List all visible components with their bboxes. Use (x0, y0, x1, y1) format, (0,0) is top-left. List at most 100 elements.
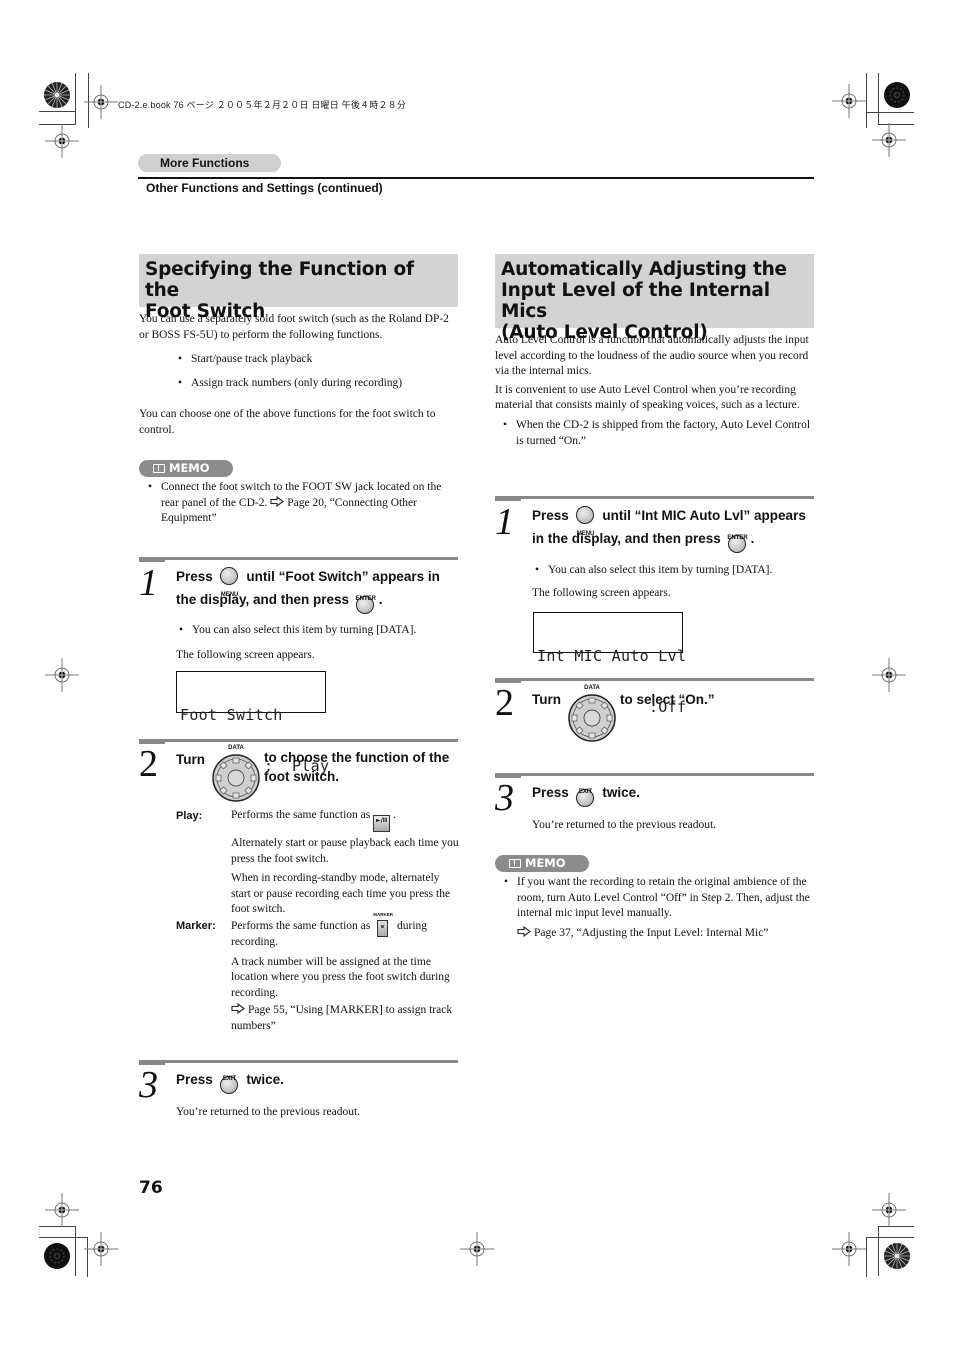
step-instruction: Press EXIT twice. (176, 1068, 456, 1094)
memo-note: Connect the foot switch to the FOOT SW j… (145, 480, 460, 527)
crosshair-mark-icon (45, 1193, 79, 1227)
play-pause-button-icon[interactable]: ►/II (373, 815, 391, 832)
menu-button-label: MENU (220, 592, 239, 598)
step-instruction: Press MENU until “Int MIC Auto Lvl” appe… (532, 504, 822, 553)
book-icon (509, 859, 521, 868)
crosshair-mark-icon (45, 124, 79, 158)
step-divider (495, 678, 814, 683)
crosshair-mark-icon (460, 1232, 494, 1266)
list-item: When the CD-2 is shipped from the factor… (500, 418, 817, 449)
term-paragraph: Alternately start or pause playback each… (231, 837, 459, 865)
term-paragraph: When in recording-standby mode, alternat… (231, 872, 451, 916)
page-reference-link[interactable]: Page 37, “Adjusting the Input Level: Int… (534, 927, 768, 939)
page-reference-arrow-icon (270, 495, 285, 507)
crosshair-mark-icon (872, 658, 906, 692)
crosshair-mark-icon (872, 123, 906, 157)
step-text: until “Int MIC Auto Lvl” appears (602, 508, 806, 523)
term-label: Marker: (176, 920, 216, 932)
enter-button[interactable]: ENTER (727, 531, 749, 553)
page-reference-arrow-icon (517, 925, 531, 937)
term-paragraph: Performs the same function as MARKER dur… (231, 912, 461, 951)
list-item: You can also select this item by turning… (176, 623, 466, 639)
step-divider (139, 557, 458, 562)
exit-button-label: EXIT (222, 1076, 237, 1082)
page-reference-link[interactable]: Page 55, “Using [MARKER] to assign track… (231, 1004, 452, 1032)
step-verb: Turn (532, 692, 561, 707)
term-text: Performs the same function as (231, 809, 371, 821)
step-divider (139, 739, 458, 744)
enter-button-label: ENTER (355, 596, 376, 602)
dial-label: DATA (228, 745, 244, 751)
step-number: 3 (495, 777, 514, 819)
crosshair-mark-icon (84, 85, 118, 119)
title-line: Automatically Adjusting the (501, 259, 787, 280)
screen-intro: The following screen appears. (176, 648, 315, 661)
step-divider (495, 496, 814, 501)
memo-reference: Page 37, “Adjusting the Input Level: Int… (517, 925, 819, 942)
lcd-display: Int MIC Auto Lvl :Off (533, 612, 686, 716)
dial-label: DATA (584, 685, 600, 691)
memo-note: If you want the recording to retain the … (501, 875, 819, 941)
title-line: Input Level of the Internal Mics (501, 280, 770, 322)
crosshair-mark-icon (84, 1232, 118, 1266)
dial-knob-icon (568, 694, 616, 742)
list-item: Connect the foot switch to the FOOT SW j… (145, 480, 460, 527)
crosshair-mark-icon (832, 84, 866, 118)
data-dial[interactable]: DATA (568, 685, 616, 742)
enter-button[interactable]: ENTER (355, 592, 377, 614)
step-divider (139, 1060, 458, 1065)
step-text: until “Foot Switch” appears in (246, 569, 440, 584)
step-instruction: Press EXIT twice. (532, 781, 812, 807)
registration-target-icon (44, 1243, 70, 1269)
list-item: You can also select this item by turning… (532, 563, 822, 579)
section-tab: More Functions (138, 154, 281, 172)
dial-knob-icon (212, 754, 260, 802)
subsection-heading: Other Functions and Settings (continued) (146, 181, 383, 195)
crosshair-mark-icon (872, 1193, 906, 1227)
data-dial[interactable]: DATA (212, 745, 260, 802)
step-verb: Press (176, 1072, 213, 1087)
enter-button-label: ENTER (727, 535, 748, 541)
menu-button-label: MENU (576, 531, 595, 537)
list-item: Assign track numbers (only during record… (175, 376, 461, 392)
step-result: You’re returned to the previous readout. (532, 819, 717, 831)
marker-button-icon[interactable]: MARKER (373, 912, 393, 937)
term-paragraph: Page 55, “Using [MARKER] to assign track… (231, 1003, 461, 1034)
menu-button[interactable]: MENU (575, 506, 597, 537)
step-text: twice. (246, 1072, 284, 1087)
term-description: Performs the same function as MARKER dur… (231, 912, 461, 1035)
page-number: 76 (139, 1178, 163, 1198)
step-text: to choose the function of the (264, 750, 450, 765)
step-text: to select “On.” (620, 692, 715, 707)
memo-label: MEMO (169, 461, 210, 475)
marker-button-label: MARKER (373, 912, 393, 917)
step-note: You can also select this item by turning… (176, 623, 466, 663)
step-text: foot switch. (264, 769, 339, 784)
section-title-auto-level-control: Automatically Adjusting the Input Level … (495, 254, 814, 343)
step-result: You’re returned to the previous readout. (176, 1106, 361, 1118)
step-text: the display, and then press (176, 592, 350, 607)
step-verb: Press (532, 785, 569, 800)
screen-intro: The following screen appears. (532, 586, 671, 599)
intro-paragraph: It is convenient to use Auto Level Contr… (495, 383, 800, 412)
step-verb: Press (176, 569, 213, 584)
step-number: 3 (139, 1064, 158, 1106)
step-note: You can also select this item by turning… (532, 563, 822, 601)
step-instruction: to choose the function of the foot switc… (264, 748, 464, 786)
exit-button[interactable]: EXIT (575, 785, 597, 807)
list-item: If you want the recording to retain the … (501, 875, 819, 922)
term-paragraph: Performs the same function as ►/II . (231, 808, 461, 832)
memo-label: MEMO (525, 856, 566, 870)
intro-paragraph: Auto Level Control is a function that au… (495, 334, 809, 378)
step-instruction: Press MENU until “Foot Switch” appears i… (176, 565, 466, 614)
foot-switch-intro: You can use a separately sold foot switc… (139, 312, 461, 439)
function-list: Start/pause track playback Assign track … (175, 352, 461, 391)
exit-button[interactable]: EXIT (219, 1072, 241, 1094)
step-text: in the display, and then press (532, 531, 721, 546)
menu-button[interactable]: MENU (219, 567, 241, 598)
step-number: 2 (139, 743, 158, 785)
crosshair-mark-icon (45, 658, 79, 692)
step-number: 1 (139, 562, 158, 604)
exit-button-label: EXIT (578, 789, 593, 795)
header-rule (138, 177, 814, 179)
